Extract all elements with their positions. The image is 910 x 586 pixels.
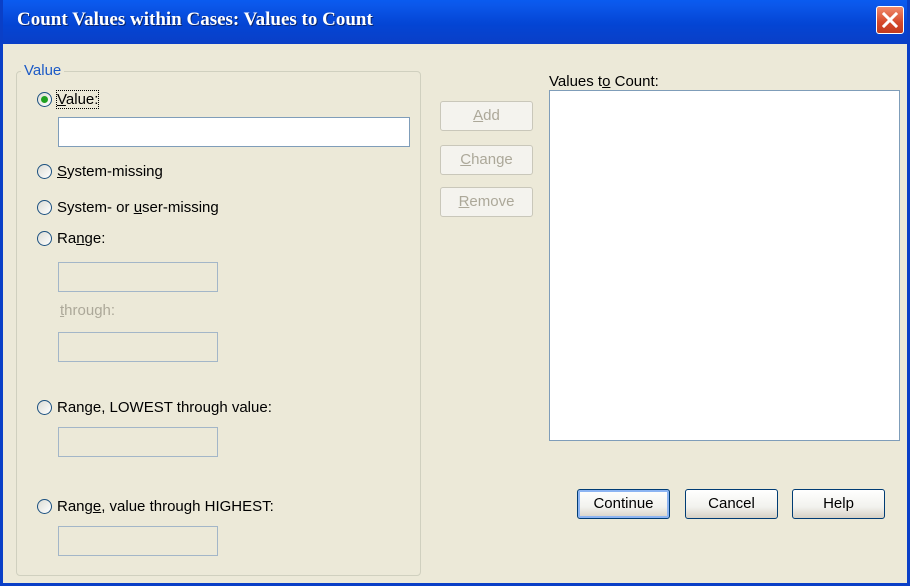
radio-button-system-or-user-missing[interactable]	[37, 200, 52, 215]
radio-label-range-lowest: Range, LOWEST through value:	[57, 399, 272, 416]
radio-label-range: Range:	[57, 230, 106, 247]
cancel-button[interactable]: Cancel	[685, 489, 778, 519]
group-legend: Value	[21, 62, 65, 79]
window-title: Count Values within Cases: Values to Cou…	[17, 9, 373, 30]
continue-button[interactable]: Continue	[577, 489, 670, 519]
values-to-count-label: Values to Count:	[549, 73, 659, 90]
radio-option-range-lowest[interactable]: Range, LOWEST through value:	[37, 399, 272, 416]
radio-label-system-or-user-missing: System- or user-missing	[57, 199, 219, 216]
radio-label-system-missing: System-missing	[57, 163, 163, 180]
change-button[interactable]: Change	[440, 145, 533, 175]
radio-option-range[interactable]: Range:	[37, 230, 105, 247]
through-label: through:	[60, 302, 116, 319]
range-lowest-input[interactable]	[59, 428, 217, 456]
dialog-window: Count Values within Cases: Values to Cou…	[0, 0, 910, 586]
radio-option-value[interactable]: Value:	[37, 90, 100, 109]
range-lowest-field[interactable]	[58, 427, 218, 457]
radio-button-range-highest[interactable]	[37, 499, 52, 514]
range-highest-input[interactable]	[59, 527, 217, 555]
radio-label-range-highest: Range, value through HIGHEST:	[57, 498, 274, 515]
range-from-input[interactable]	[59, 263, 217, 291]
range-to-input[interactable]	[59, 333, 217, 361]
radio-label-value: Value:	[55, 90, 100, 109]
values-to-count-listbox[interactable]	[549, 90, 900, 441]
close-icon	[882, 12, 898, 28]
range-to-field[interactable]	[58, 332, 218, 362]
radio-option-range-highest[interactable]: Range, value through HIGHEST:	[37, 498, 274, 515]
add-button[interactable]: Add	[440, 101, 533, 131]
radio-option-system-or-user-missing[interactable]: System- or user-missing	[37, 199, 219, 216]
value-input-field[interactable]	[58, 117, 410, 147]
radio-button-range-lowest[interactable]	[37, 400, 52, 415]
value-input[interactable]	[59, 118, 409, 146]
radio-button-value[interactable]	[37, 92, 52, 107]
range-highest-field[interactable]	[58, 526, 218, 556]
help-button[interactable]: Help	[792, 489, 885, 519]
dialog-content: Value Value: System-missing System- or u…	[3, 44, 907, 583]
radio-button-system-missing[interactable]	[37, 164, 52, 179]
radio-option-system-missing[interactable]: System-missing	[37, 163, 163, 180]
radio-button-range[interactable]	[37, 231, 52, 246]
remove-button[interactable]: Remove	[440, 187, 533, 217]
title-bar[interactable]: Count Values within Cases: Values to Cou…	[3, 0, 907, 44]
close-button[interactable]	[876, 6, 904, 34]
range-from-field[interactable]	[58, 262, 218, 292]
